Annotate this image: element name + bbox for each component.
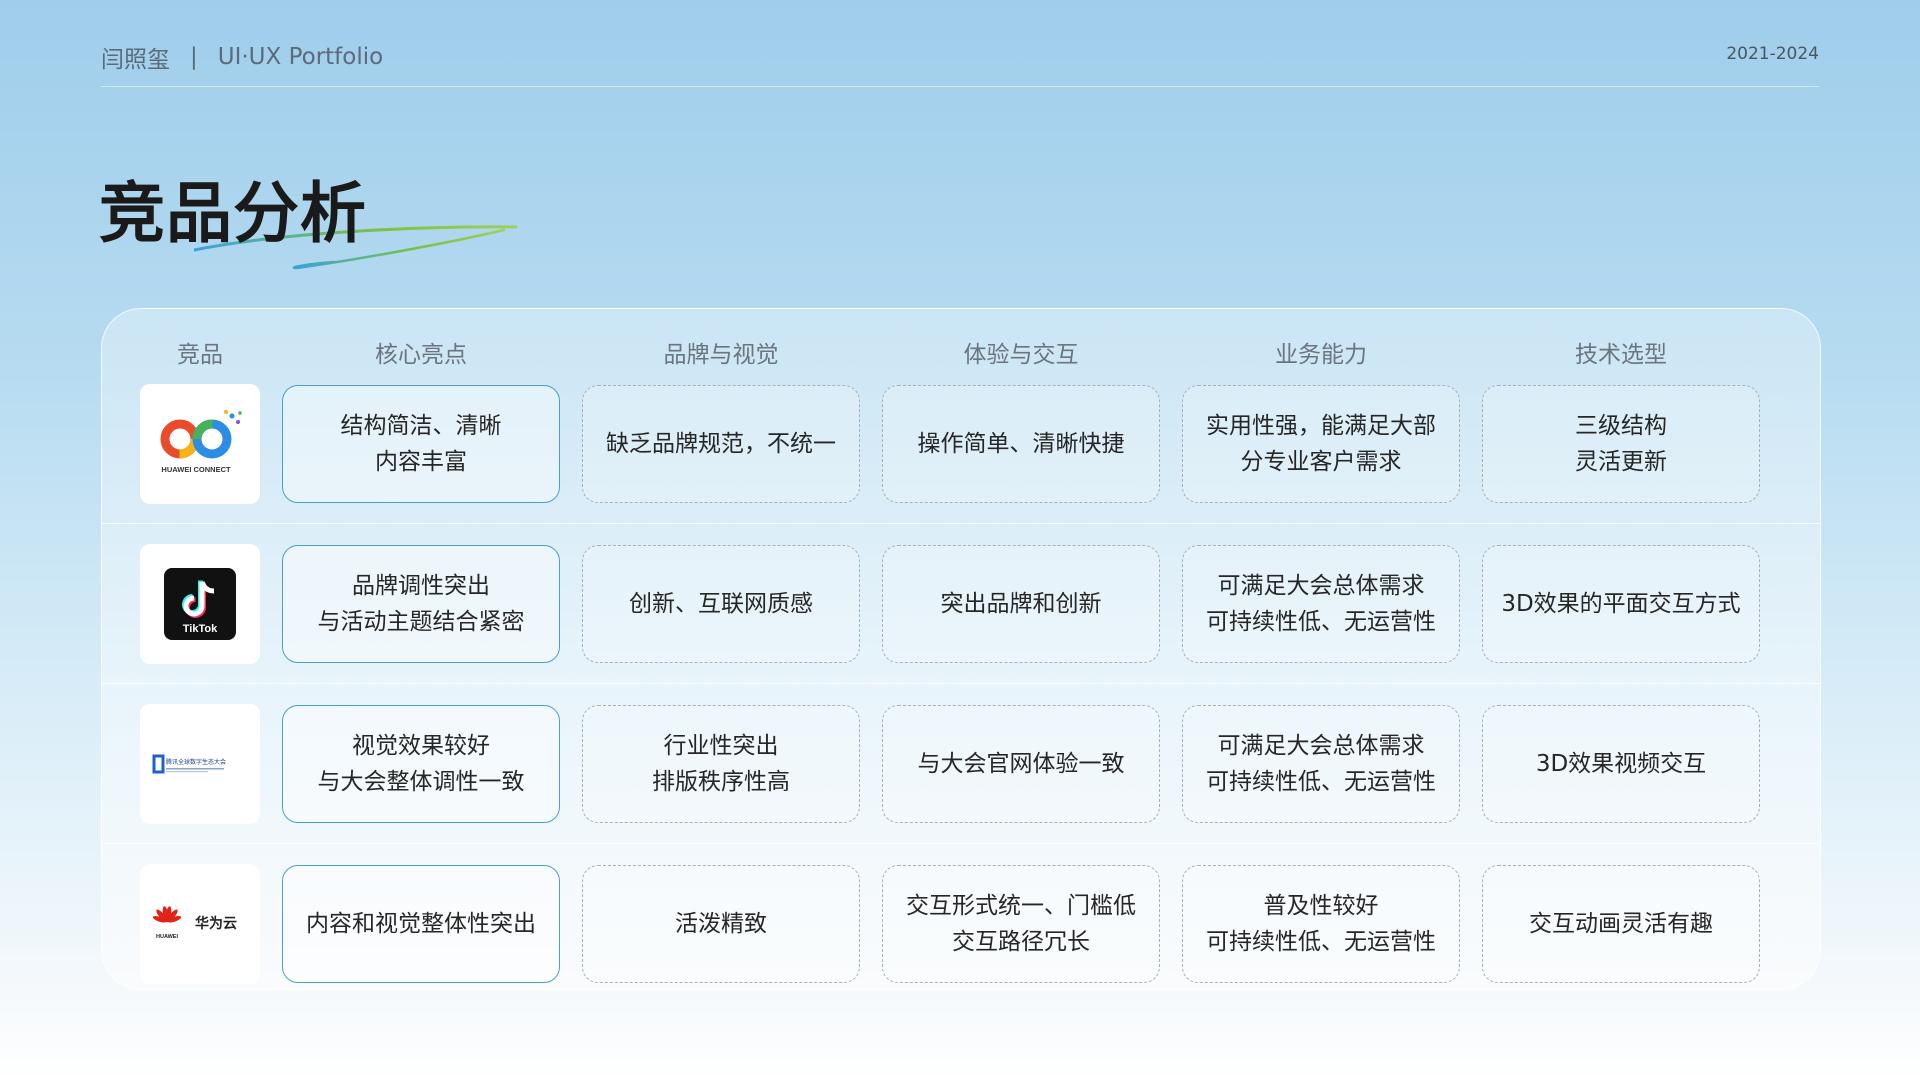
huawei-cloud-logo-subtext: HUAWEI: [156, 934, 178, 940]
cell-r3-business: 可满足大会总体需求 可持续性低、无运营性: [1182, 705, 1460, 823]
portfolio-subtitle: UI·UX Portfolio: [217, 44, 384, 70]
tiktok-logo-tile: TikTok: [140, 544, 260, 664]
cell-r2-experience: 突出品牌和创新: [882, 545, 1160, 663]
col-header-tech: 技术选型: [1575, 342, 1667, 368]
cell-r4-business: 普及性较好 可持续性低、无运营性: [1182, 865, 1460, 983]
tiktok-logo-icon: TikTok: [164, 568, 236, 640]
cell-r4-tech: 交互动画灵活有趣: [1482, 865, 1760, 983]
tencent-ecosystem-logo-text: 腾讯全球数字生态大会: [166, 758, 226, 766]
header-separator: |: [190, 44, 198, 70]
cell-r1-highlights: 结构简洁、清晰 内容丰富: [282, 385, 560, 503]
top-header: 闫照玺 | UI·UX Portfolio 2021-2024: [101, 36, 1819, 87]
col-header-experience: 体验与交互: [963, 342, 1079, 368]
cell-r4-brand-visual: 活泼精致: [582, 865, 860, 983]
cell-r1-business: 实用性强，能满足大部 分专业客户需求: [1182, 385, 1460, 503]
cell-r3-highlights: 视觉效果较好 与大会整体调性一致: [282, 705, 560, 823]
cell-r3-experience: 与大会官网体验一致: [882, 705, 1160, 823]
cell-r4-experience: 交互形式统一、门槛低 交互路径冗长: [882, 865, 1160, 983]
header-left: 闫照玺 | UI·UX Portfolio: [101, 40, 383, 74]
cell-r1-experience: 操作简单、清晰快捷: [882, 385, 1160, 503]
cell-r2-business: 可满足大会总体需求 可持续性低、无运营性: [1182, 545, 1460, 663]
cell-r2-tech: 3D效果的平面交互方式: [1482, 545, 1760, 663]
huawei-connect-logo-text: HUAWEI CONNECT: [161, 465, 231, 474]
page-title: 竞品分析: [99, 175, 367, 252]
col-header-business: 业务能力: [1275, 342, 1367, 368]
col-header-product: 竞品: [177, 342, 223, 368]
col-header-highlights: 核心亮点: [375, 342, 467, 368]
huawei-connect-logo-tile: HUAWEI CONNECT: [140, 384, 260, 504]
cell-r2-brand-visual: 创新、互联网质感: [582, 545, 860, 663]
tiktok-logo-text: TikTok: [183, 623, 218, 635]
cell-r2-highlights: 品牌调性突出 与活动主题结合紧密: [282, 545, 560, 663]
huawei-cloud-logo-tile: HUAWEI 华为云: [140, 864, 260, 984]
huawei-cloud-logo-text: 华为云: [195, 915, 237, 932]
row-divider: [102, 523, 1820, 524]
cell-r3-brand-visual: 行业性突出 排版秩序性高: [582, 705, 860, 823]
row-divider: [102, 683, 1820, 684]
tencent-ecosystem-logo-tile: 腾讯全球数字生态大会: [140, 704, 260, 824]
cell-r1-tech: 三级结构 灵活更新: [1482, 385, 1760, 503]
cell-r1-brand-visual: 缺乏品牌规范，不统一: [582, 385, 860, 503]
row-divider: [102, 843, 1820, 844]
year-range: 2021-2024: [1726, 44, 1819, 64]
author-name: 闫照玺: [101, 47, 170, 73]
huawei-cloud-logo-icon: HUAWEI 华为云: [152, 906, 237, 940]
tencent-ecosystem-logo-icon: 腾讯全球数字生态大会: [152, 754, 226, 774]
comparison-table: 竞品 核心亮点 品牌与视觉 体验与交互 业务能力 技术选型 HUAWEI CON…: [101, 308, 1821, 990]
cell-r3-tech: 3D效果视频交互: [1482, 705, 1760, 823]
page-title-block: 竞品分析: [99, 160, 518, 270]
cell-r4-highlights: 内容和视觉整体性突出: [282, 865, 560, 983]
col-header-brand-visual: 品牌与视觉: [663, 342, 779, 368]
huawei-connect-logo-icon: HUAWEI CONNECT: [160, 410, 242, 474]
